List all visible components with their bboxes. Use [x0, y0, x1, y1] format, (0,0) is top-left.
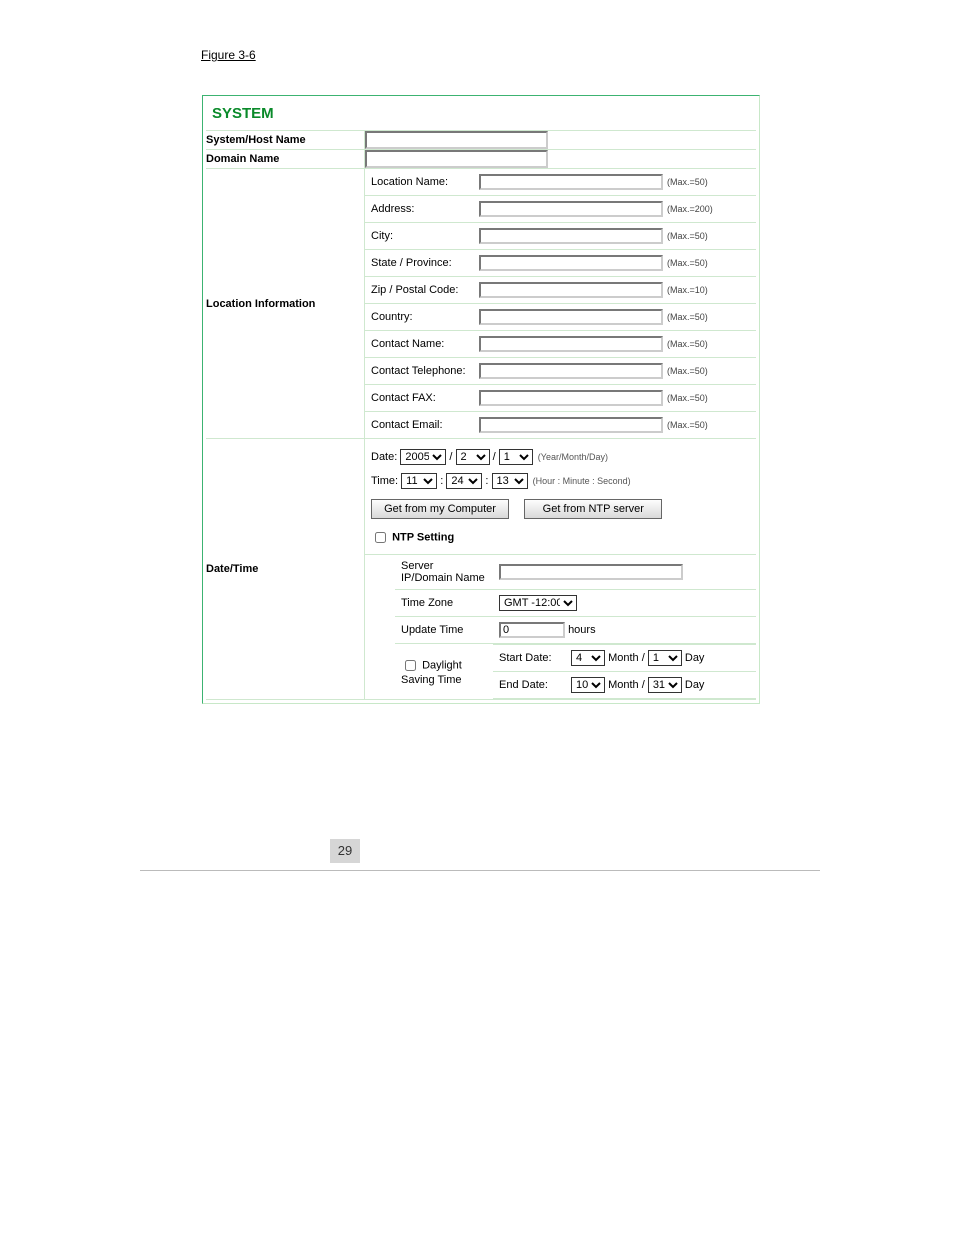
contact-email-label: Contact Email:	[365, 412, 473, 439]
contact-fax-input[interactable]	[479, 390, 663, 406]
update-time-label: Update Time	[395, 617, 493, 644]
figure-label: Figure 3-6	[201, 48, 256, 62]
contact-tel-label: Contact Telephone:	[365, 358, 473, 385]
minute-select[interactable]: 24	[446, 473, 482, 489]
update-time-unit: hours	[568, 624, 596, 636]
state-input[interactable]	[479, 255, 663, 271]
location-name-input[interactable]	[479, 174, 663, 190]
zip-label: Zip / Postal Code:	[365, 277, 473, 304]
get-from-ntp-button[interactable]: Get from NTP server	[524, 499, 662, 519]
end-date-label: End Date:	[493, 672, 565, 699]
location-table: Location Name: (Max.=50) Address: (Max.=20…	[365, 169, 756, 438]
address-hint: (Max.=200)	[667, 204, 713, 214]
contact-email-hint: (Max.=50)	[667, 420, 708, 430]
timezone-select[interactable]: GMT -12:00	[499, 595, 577, 611]
location-info-label: Location Information	[206, 169, 365, 439]
system-panel: SYSTEM System/Host Name Domain Name Loca…	[202, 95, 760, 704]
ntp-setting-checkbox[interactable]	[375, 532, 386, 543]
main-table: System/Host Name Domain Name Location In…	[206, 131, 756, 700]
ntp-setting-label: NTP Setting	[392, 531, 454, 543]
country-input[interactable]	[479, 309, 663, 325]
date-hint: (Year/Month/Day)	[538, 452, 608, 462]
end-day-select[interactable]: 31	[648, 677, 682, 693]
zip-input[interactable]	[479, 282, 663, 298]
date-label: Date:	[371, 451, 397, 463]
page-number: 29	[330, 839, 360, 863]
start-month-select[interactable]: 4	[571, 650, 605, 666]
contact-fax-label: Contact FAX:	[365, 385, 473, 412]
year-select[interactable]: 2005	[400, 449, 446, 465]
contact-tel-input[interactable]	[479, 363, 663, 379]
city-label: City:	[365, 223, 473, 250]
panel-title: SYSTEM	[206, 99, 756, 131]
date-time-label: Date/Time	[206, 439, 365, 700]
time-hint: (Hour : Minute : Second)	[533, 476, 631, 486]
day-select[interactable]: 1	[499, 449, 533, 465]
city-hint: (Max.=50)	[667, 231, 708, 241]
state-label: State / Province:	[365, 250, 473, 277]
country-hint: (Max.=50)	[667, 312, 708, 322]
country-label: Country:	[365, 304, 473, 331]
page-rule	[140, 870, 820, 871]
timezone-label: Time Zone	[395, 590, 493, 617]
contact-name-label: Contact Name:	[365, 331, 473, 358]
domain-name-input[interactable]	[365, 150, 548, 168]
contact-email-input[interactable]	[479, 417, 663, 433]
contact-tel-hint: (Max.=50)	[667, 366, 708, 376]
address-input[interactable]	[479, 201, 663, 217]
hour-select[interactable]: 11	[401, 473, 437, 489]
start-day-select[interactable]: 1	[648, 650, 682, 666]
system-host-name-input[interactable]	[365, 131, 548, 149]
ntp-table: Server IP/Domain Name Time Zone GMT -12:…	[365, 554, 756, 699]
state-hint: (Max.=50)	[667, 258, 708, 268]
server-ip-input[interactable]	[499, 564, 683, 580]
location-name-hint: (Max.=50)	[667, 177, 708, 187]
time-label: Time:	[371, 475, 398, 487]
contact-name-input[interactable]	[479, 336, 663, 352]
update-time-input[interactable]	[499, 622, 565, 638]
contact-name-hint: (Max.=50)	[667, 339, 708, 349]
address-label: Address:	[365, 196, 473, 223]
server-ip-label: Server IP/Domain Name	[395, 555, 493, 590]
zip-hint: (Max.=10)	[667, 285, 708, 295]
dst-checkbox[interactable]	[405, 660, 416, 671]
city-input[interactable]	[479, 228, 663, 244]
contact-fax-hint: (Max.=50)	[667, 393, 708, 403]
end-month-select[interactable]: 10	[571, 677, 605, 693]
second-select[interactable]: 13	[492, 473, 528, 489]
domain-name-label: Domain Name	[206, 150, 365, 169]
get-from-computer-button[interactable]: Get from my Computer	[371, 499, 509, 519]
start-date-label: Start Date:	[493, 645, 565, 672]
month-select[interactable]: 2	[456, 449, 490, 465]
system-host-name-label: System/Host Name	[206, 131, 365, 150]
location-name-label: Location Name:	[365, 169, 473, 196]
